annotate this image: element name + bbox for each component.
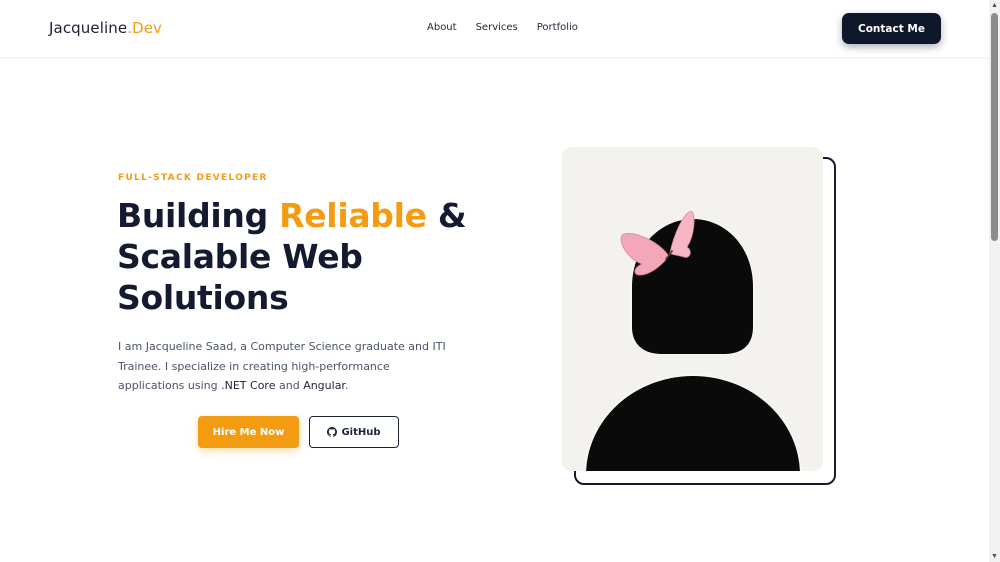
nav-portfolio[interactable]: Portfolio xyxy=(537,22,578,33)
intro-and: and xyxy=(275,379,304,392)
page: Jacqueline.Dev About Services Portfolio … xyxy=(0,0,989,562)
hire-me-button[interactable]: Hire Me Now xyxy=(198,416,299,448)
intro-tech-dotnet: .NET Core xyxy=(221,379,276,392)
hero-headline: Building Reliable & Scalable Web Solutio… xyxy=(117,195,497,318)
brand-logo[interactable]: Jacqueline.Dev xyxy=(49,19,162,37)
scroll-up-arrow-icon[interactable]: ▲ xyxy=(989,0,1000,11)
nav-links: About Services Portfolio xyxy=(427,22,578,33)
intro-tech-angular: Angular xyxy=(303,379,345,392)
brand-accent: .Dev xyxy=(127,19,163,37)
intro-end: . xyxy=(344,379,349,392)
nav-services[interactable]: Services xyxy=(476,22,518,33)
avatar-silhouette xyxy=(562,147,823,471)
hero-eyebrow: FULL-STACK DEVELOPER xyxy=(118,173,268,183)
hero-intro: I am Jacqueline Saad, a Computer Science… xyxy=(118,337,448,396)
github-label: GitHub xyxy=(341,426,381,438)
navbar: Jacqueline.Dev About Services Portfolio … xyxy=(0,0,989,58)
headline-part1: Building xyxy=(117,196,280,235)
nav-about[interactable]: About xyxy=(427,22,457,33)
headline-highlight: Reliable xyxy=(279,196,427,235)
scroll-down-arrow-icon[interactable]: ▼ xyxy=(989,551,1000,562)
scrollbar-thumb[interactable] xyxy=(991,13,998,241)
portrait-image xyxy=(562,147,823,471)
page-scrollbar[interactable]: ▲ ▼ xyxy=(989,0,1000,562)
github-icon xyxy=(327,427,338,437)
contact-me-button[interactable]: Contact Me xyxy=(842,13,941,44)
github-button[interactable]: GitHub xyxy=(309,416,399,448)
brand-name: Jacqueline xyxy=(49,19,128,37)
